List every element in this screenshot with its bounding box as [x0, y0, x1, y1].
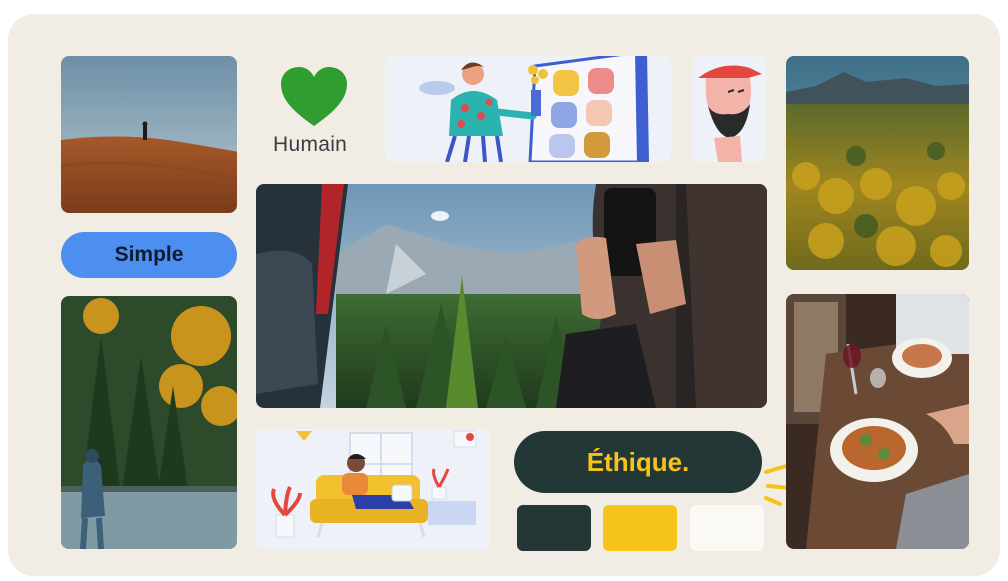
photo-dinner-table	[786, 294, 969, 549]
photo-person-on-dune	[61, 56, 237, 213]
photo-forest-through-car-window	[256, 184, 767, 408]
illustration-bearded-man-cap	[692, 56, 766, 162]
photo-fisherman-autumn-lake	[61, 296, 237, 549]
illustration-person-on-sofa	[256, 429, 490, 549]
swatch-dark-green	[517, 505, 591, 551]
ethique-pill: Éthique.	[514, 431, 762, 493]
heart-icon	[279, 66, 349, 128]
humain-label: Humain	[273, 133, 348, 156]
swatch-yellow	[603, 505, 677, 551]
swatch-off-white	[690, 505, 764, 551]
photo-autumn-valley	[786, 56, 969, 270]
illustration-woman-with-app-grid	[385, 56, 671, 162]
simple-pill: Simple	[61, 232, 237, 278]
